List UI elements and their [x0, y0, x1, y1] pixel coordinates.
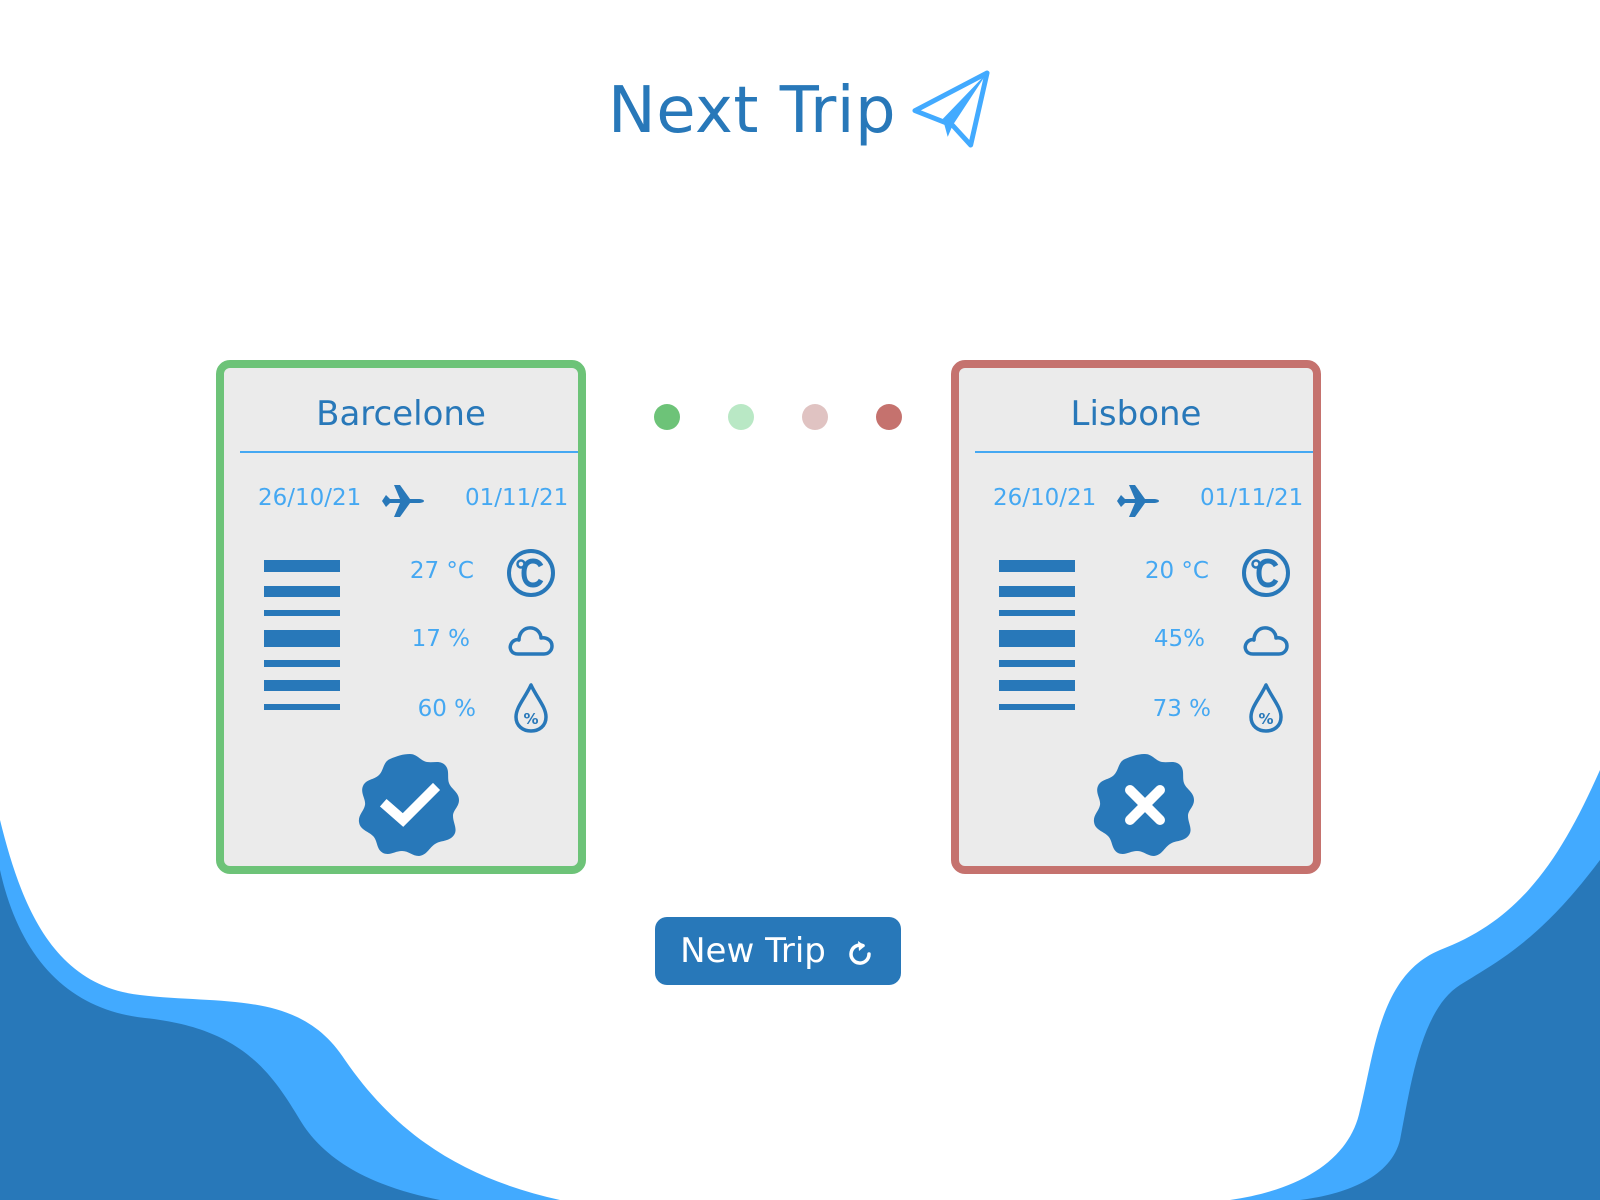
humidity-drop-icon: % [514, 683, 548, 733]
humidity-drop-icon: % [1249, 683, 1283, 733]
destination-name: Barcelone [316, 394, 486, 434]
indicator-dot-1[interactable] [654, 404, 680, 430]
paper-plane-icon [912, 70, 990, 148]
weather-bars-icon [999, 560, 1075, 710]
page-title: Next Trip [607, 74, 897, 148]
depart-date: 26/10/21 [258, 485, 362, 511]
trip-card-lisbone[interactable]: Lisbone 26/10/21 01/11/21 20 °C 45% 73 %… [951, 360, 1321, 874]
cloud-cover-value: 45% [1153, 626, 1205, 652]
cloud-cover-value: 17 % [411, 626, 470, 652]
destination-name: Lisbone [1070, 394, 1202, 434]
airplane-icon [1117, 485, 1159, 517]
temperature-value: 20 °C [1144, 558, 1209, 584]
cross-badge-icon[interactable] [1092, 752, 1198, 858]
humidity-value: 73 % [1152, 696, 1211, 722]
check-badge-icon[interactable] [357, 752, 463, 858]
indicator-dot-2[interactable] [728, 404, 754, 430]
indicator-dot-3[interactable] [802, 404, 828, 430]
indicator-dot-4[interactable] [876, 404, 902, 430]
new-trip-button[interactable]: New Trip [655, 917, 901, 985]
refresh-icon [849, 941, 871, 965]
celsius-icon [507, 549, 555, 597]
temperature-value: 27 °C [409, 558, 474, 584]
card-divider [240, 451, 578, 453]
indicator-dots [654, 404, 902, 430]
cloud-icon [1243, 626, 1289, 656]
page-header: Next Trip [0, 70, 1600, 150]
return-date: 01/11/21 [1200, 485, 1304, 511]
weather-bars-icon [264, 560, 340, 710]
svg-text:%: % [1258, 710, 1273, 728]
card-divider [975, 451, 1313, 453]
new-trip-label: New Trip [680, 931, 826, 971]
celsius-icon [1242, 549, 1290, 597]
svg-text:%: % [523, 710, 538, 728]
trip-card-barcelone[interactable]: Barcelone 26/10/21 01/11/21 27 °C 17 % 6… [216, 360, 586, 874]
return-date: 01/11/21 [465, 485, 569, 511]
humidity-value: 60 % [417, 696, 476, 722]
airplane-icon [382, 485, 424, 517]
cloud-icon [508, 626, 554, 656]
depart-date: 26/10/21 [993, 485, 1097, 511]
